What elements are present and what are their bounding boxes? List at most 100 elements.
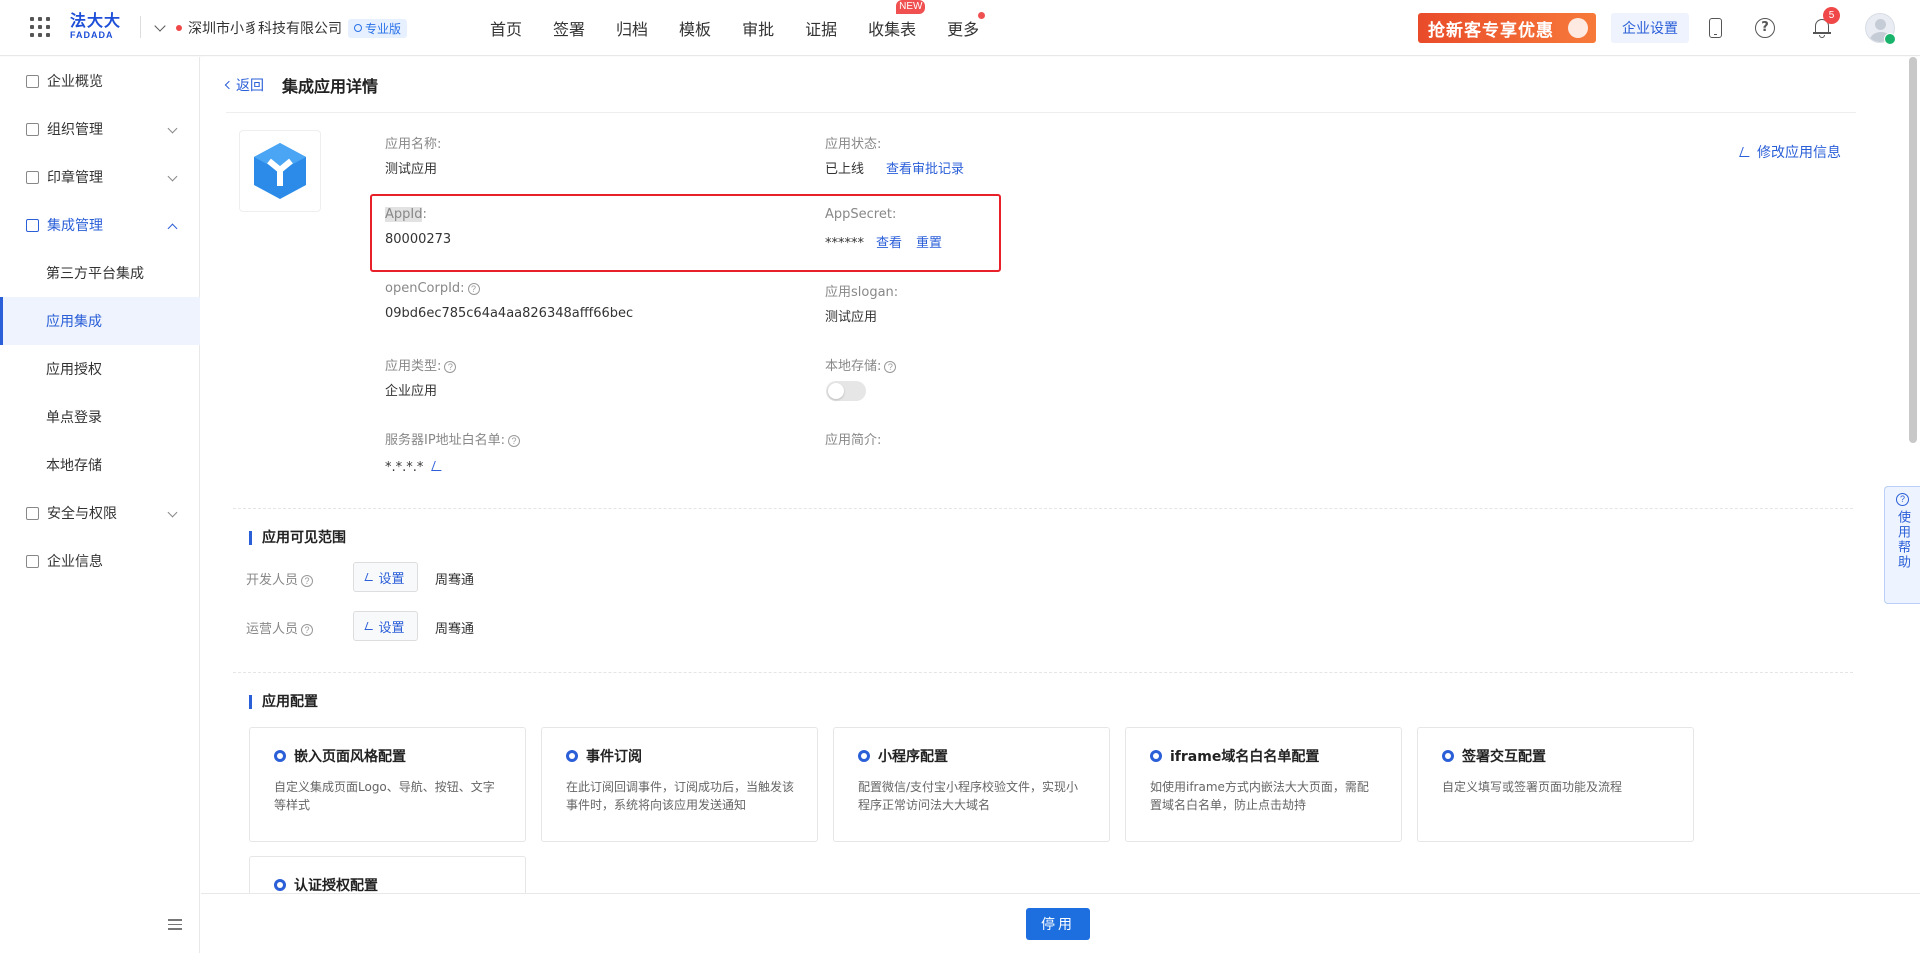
org-switcher[interactable]: 深圳市小豸科技有限公司 专业版 [154, 17, 408, 39]
sidebar-item-overview[interactable]: 企业概览 [0, 57, 200, 105]
question-icon[interactable]: ? [884, 360, 897, 373]
slogan-label: 应用slogan: [825, 285, 899, 300]
sidebar-item-app-integration[interactable]: 应用集成 [0, 297, 200, 345]
dev-name: 周骞通 [435, 573, 475, 588]
chevron-left-icon [224, 80, 234, 89]
nav-more-dot [978, 12, 986, 19]
app-cube-icon [254, 143, 306, 199]
nav-more[interactable]: 更多 [947, 12, 986, 40]
sidebar-item-local-storage[interactable]: 本地存储 [0, 441, 200, 489]
app-type-value: 企业应用 [385, 384, 438, 399]
pointer-hand-icon [1568, 18, 1588, 38]
dev-set-button[interactable]: 设置 [353, 562, 418, 592]
view-secret-link[interactable]: 查看 [876, 236, 902, 251]
palette-icon [274, 750, 286, 762]
chevron-down-icon [154, 20, 166, 32]
local-storage-label: 本地存储:? [825, 355, 897, 374]
chevron-down-icon [167, 123, 178, 134]
help-icon[interactable]: ? [1755, 18, 1775, 38]
main-content: 返回 集成应用详情 应用名称: 测试应用 应用状态: 已上线 查看审批记录 App… [201, 57, 1920, 953]
config-card-iframe-whitelist[interactable]: iframe域名白名单配置 如使用iframe方式内嵌法大大页面，需配置域名白名… [1125, 727, 1402, 842]
app-grid-icon[interactable] [30, 17, 50, 37]
ops-set-button[interactable]: 设置 [353, 611, 418, 641]
question-icon[interactable]: ? [301, 574, 314, 587]
disable-app-button[interactable]: 停用 [1026, 908, 1090, 940]
sidebar: 企业概览 组织管理 印章管理 集成管理 第三方平台集成 应用集成 应用授权 单点… [0, 57, 200, 953]
sign-icon [1442, 750, 1454, 762]
nav-template[interactable]: 模板 [679, 16, 711, 40]
edit-icon [365, 622, 376, 630]
config-card-embed-style[interactable]: 嵌入页面风格配置 自定义集成页面Logo、导航、按钮、文字等样式 [249, 727, 526, 842]
question-icon[interactable]: ? [467, 282, 480, 295]
ops-label: 运营人员? [246, 618, 314, 637]
dev-label: 开发人员? [246, 569, 314, 588]
app-status-value: 已上线 查看审批记录 [825, 162, 965, 177]
app-name-label: 应用名称: [385, 137, 442, 152]
nav-evidence[interactable]: 证据 [805, 16, 837, 40]
sidebar-item-org[interactable]: 组织管理 [0, 105, 200, 153]
enterprise-settings-button[interactable]: 企业设置 [1611, 13, 1689, 43]
ip-whitelist-value: *.*.*.* [385, 460, 446, 475]
org-status-dot [176, 25, 182, 31]
sidebar-item-app-auth[interactable]: 应用授权 [0, 345, 200, 393]
sidebar-item-seal[interactable]: 印章管理 [0, 153, 200, 201]
main-nav: 首页 签署 归档 模板 审批 证据 收集表 NEW 更多 [490, 0, 1010, 56]
opencorpid-label: openCorpId:? [385, 281, 480, 296]
opencorpid-value: 09bd6ec785c64a4aa826348afff66bec [385, 306, 634, 321]
layers-icon [26, 218, 39, 232]
local-storage-toggle[interactable] [826, 381, 866, 401]
config-card-event-subscription[interactable]: 事件订阅 在此订阅回调事件，订阅成功后，当触发该事件时，系统将向该应用发送通知 [541, 727, 818, 842]
new-badge: NEW [896, 0, 926, 14]
org-icon [26, 122, 39, 136]
nav-forms[interactable]: 收集表 NEW [868, 0, 926, 40]
app-status-label: 应用状态: [825, 137, 882, 152]
divider [233, 508, 1853, 509]
header-divider [140, 16, 141, 38]
config-card-mini-program[interactable]: 小程序配置 配置微信/支付宝小程序校验文件，实现小程序正常访问法大大域名 [833, 727, 1110, 842]
mobile-icon[interactable] [1709, 18, 1722, 38]
edit-app-info-button[interactable]: 修改应用信息 [1739, 142, 1841, 162]
sidebar-item-third-party[interactable]: 第三方平台集成 [0, 249, 200, 297]
question-icon: ? [1896, 493, 1909, 506]
sidebar-item-security[interactable]: 安全与权限 [0, 489, 200, 537]
scope-section-title: 应用可见范围 [249, 531, 346, 545]
question-icon[interactable]: ? [444, 360, 457, 373]
chevron-up-icon [167, 223, 178, 234]
collapse-sidebar-icon[interactable] [168, 919, 182, 931]
reset-secret-link[interactable]: 重置 [916, 236, 942, 251]
nav-approval[interactable]: 审批 [742, 16, 774, 40]
chevron-down-icon [167, 507, 178, 518]
sidebar-item-sso[interactable]: 单点登录 [0, 393, 200, 441]
appid-value: 80000273 [385, 232, 452, 247]
bottom-action-bar: 停用 [201, 893, 1920, 953]
edit-icon [365, 573, 376, 581]
help-float-button[interactable]: ? 使用帮助 [1884, 486, 1920, 604]
logo[interactable]: 法大大 FADADA [70, 12, 126, 44]
ops-name: 周骞通 [435, 622, 475, 637]
mini-program-icon [858, 750, 870, 762]
appsecret-label: AppSecret: [825, 207, 897, 222]
divider [233, 672, 1853, 673]
edit-icon[interactable] [431, 461, 446, 471]
question-icon[interactable]: ? [508, 434, 521, 447]
seal-icon [26, 170, 39, 184]
verified-icon [1884, 33, 1896, 45]
diamond-icon [354, 24, 362, 32]
scrollbar[interactable] [1909, 57, 1917, 443]
page-title: 集成应用详情 [282, 76, 379, 96]
sidebar-item-company-info[interactable]: 企业信息 [0, 537, 200, 585]
config-card-sign-interaction[interactable]: 签署交互配置 自定义填写或签署页面功能及流程 [1417, 727, 1694, 842]
top-bar: 法大大 FADADA 深圳市小豸科技有限公司 专业版 首页 签署 归档 模板 审… [0, 0, 1920, 56]
nav-archive[interactable]: 归档 [616, 16, 648, 40]
chevron-down-icon [167, 171, 178, 182]
shield-icon [26, 506, 39, 520]
building-icon [26, 554, 39, 568]
sidebar-item-integration[interactable]: 集成管理 [0, 201, 200, 249]
event-icon [566, 750, 578, 762]
promo-banner[interactable]: 抢新客专享优惠 [1418, 13, 1596, 43]
question-icon[interactable]: ? [301, 623, 314, 636]
nav-sign[interactable]: 签署 [553, 16, 585, 40]
nav-home[interactable]: 首页 [490, 16, 522, 40]
back-button[interactable]: 返回 [224, 75, 264, 95]
view-audit-link[interactable]: 查看审批记录 [886, 162, 964, 177]
